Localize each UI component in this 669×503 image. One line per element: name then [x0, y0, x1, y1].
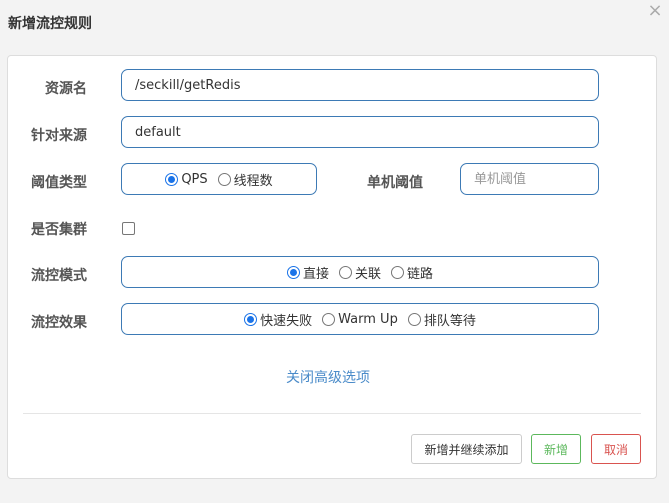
cluster-checkbox[interactable]: [122, 222, 135, 235]
radio-checked-icon: [165, 172, 179, 186]
threshold-type-label: 阈值类型: [31, 175, 87, 191]
radio-unchecked-icon: [338, 265, 352, 279]
flow-effect-warmup-label: Warm Up: [338, 311, 398, 327]
add-continue-button[interactable]: 新增并继续添加: [411, 434, 522, 464]
flow-mode-direct-label: 直接: [302, 266, 329, 282]
flow-mode-chain-label: 链路: [407, 266, 434, 282]
single-threshold-label: 单机阈值: [367, 175, 423, 191]
flow-effect-warmup-radio[interactable]: Warm Up: [322, 312, 398, 327]
advanced-options-toggle[interactable]: 关闭高级选项: [286, 367, 370, 387]
source-label: 针对来源: [31, 128, 87, 144]
flow-mode-related-label: 关联: [354, 266, 381, 282]
flow-effect-fastfail-radio[interactable]: 快速失败: [244, 310, 312, 329]
radio-unchecked-icon: [407, 312, 421, 326]
flow-effect-group: 快速失败 Warm Up 排队等待: [121, 303, 599, 335]
resource-input[interactable]: [122, 70, 598, 100]
radio-unchecked-icon: [391, 265, 404, 279]
radio-checked-icon: [244, 312, 258, 326]
resource-field-wrapper: [121, 69, 599, 101]
radio-unchecked-icon: [322, 312, 336, 326]
threshold-type-qps-label: QPS: [181, 171, 208, 187]
flow-mode-related-radio[interactable]: 关联: [338, 263, 381, 282]
threshold-type-thread-label: 线程数: [233, 173, 273, 189]
flow-mode-label: 流控模式: [31, 268, 87, 284]
radio-unchecked-icon: [217, 172, 231, 186]
single-threshold-field-wrapper: [460, 163, 599, 195]
flow-mode-group: 直接 关联 链路: [121, 256, 599, 288]
flow-effect-queue-label: 排队等待: [423, 313, 476, 329]
add-button[interactable]: 新增: [531, 434, 581, 464]
single-threshold-input[interactable]: [461, 164, 598, 194]
form-panel: 资源名 针对来源 阈值类型 QPS 线程数 单机阈值 是否集群 流控模式: [7, 55, 657, 479]
cluster-label: 是否集群: [31, 222, 87, 238]
threshold-type-qps-radio[interactable]: QPS: [165, 171, 208, 187]
source-input[interactable]: [122, 117, 598, 147]
radio-checked-icon: [286, 265, 300, 279]
dialog-title: 新增流控规则: [8, 16, 92, 32]
flow-effect-label: 流控效果: [31, 315, 87, 331]
cancel-button[interactable]: 取消: [591, 434, 641, 464]
source-field-wrapper: [121, 116, 599, 148]
flow-mode-chain-radio[interactable]: 链路: [391, 263, 433, 282]
resource-label: 资源名: [45, 81, 87, 97]
flow-effect-fastfail-label: 快速失败: [260, 313, 313, 329]
close-icon[interactable]: ×: [646, 2, 664, 20]
threshold-type-group: QPS 线程数: [121, 163, 317, 195]
divider: [23, 413, 641, 414]
flow-mode-direct-radio[interactable]: 直接: [286, 263, 329, 282]
flow-effect-queue-radio[interactable]: 排队等待: [407, 310, 476, 329]
threshold-type-thread-radio[interactable]: 线程数: [217, 170, 273, 189]
